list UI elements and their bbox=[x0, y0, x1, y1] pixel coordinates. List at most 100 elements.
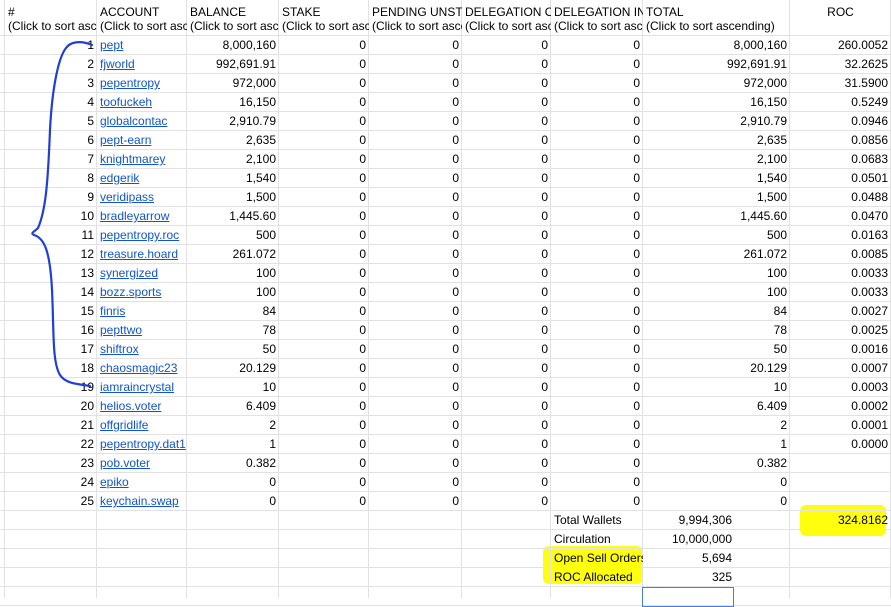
cell-delegation-out: 0 bbox=[541, 361, 548, 375]
cell-stake: 0 bbox=[359, 190, 366, 204]
account-link[interactable]: treasure.hoard bbox=[97, 245, 187, 264]
cell-delegation-in: 0 bbox=[633, 190, 640, 204]
cell-roc: 0.0033 bbox=[851, 285, 888, 299]
cell-total: 500 bbox=[766, 228, 787, 242]
cell-total: 1,500 bbox=[756, 190, 787, 204]
cell-delegation-out: 0 bbox=[541, 171, 548, 185]
account-link[interactable]: globalcontac bbox=[97, 112, 187, 131]
account-link[interactable]: pepentropy.roc bbox=[97, 226, 187, 245]
account-link[interactable]: synergized bbox=[97, 264, 187, 283]
cell-balance: 0.382 bbox=[245, 456, 276, 470]
cell-stake: 0 bbox=[359, 209, 366, 223]
cell-roc: 32.2625 bbox=[844, 57, 888, 71]
cell-total: 2 bbox=[780, 418, 787, 432]
cell-stake: 0 bbox=[359, 361, 366, 375]
account-link[interactable]: keychain.swap bbox=[97, 492, 187, 511]
account-link[interactable]: epiko bbox=[97, 473, 187, 492]
cell-total: 50 bbox=[773, 342, 787, 356]
column-header-account[interactable]: ACCOUNT(Click to sort ascending) bbox=[97, 5, 187, 35]
account-link[interactable]: fjworld bbox=[97, 55, 187, 74]
account-link[interactable]: offgridlife bbox=[97, 416, 187, 435]
cell-rank: 7 bbox=[87, 152, 94, 166]
account-link[interactable]: pob.voter bbox=[97, 454, 187, 473]
cell-delegation-out: 0 bbox=[541, 437, 548, 451]
cell-pending-unstake: 0 bbox=[452, 38, 459, 52]
cell-total: 100 bbox=[766, 285, 787, 299]
account-link[interactable]: knightmarey bbox=[97, 150, 187, 169]
account-link[interactable]: shiftrox bbox=[97, 340, 187, 359]
cell-roc: 0.0470 bbox=[851, 209, 888, 223]
cell-rank: 3 bbox=[87, 76, 94, 90]
account-link[interactable]: finris bbox=[97, 302, 187, 321]
cell-delegation-in: 0 bbox=[633, 285, 640, 299]
cell-balance: 1,540 bbox=[245, 171, 276, 185]
cell-total: 1,445.60 bbox=[740, 209, 787, 223]
column-header-stake[interactable]: STAKE(Click to sort ascending) bbox=[279, 5, 369, 35]
account-link[interactable]: pepentropy bbox=[97, 74, 187, 93]
selected-cell[interactable] bbox=[642, 587, 734, 607]
account-link[interactable]: bradleyarrow bbox=[97, 207, 187, 226]
cell-pending-unstake: 0 bbox=[452, 228, 459, 242]
account-link[interactable]: toofuckeh bbox=[97, 93, 187, 112]
cell-total: 100 bbox=[766, 266, 787, 280]
cell-roc bbox=[790, 473, 891, 492]
cell-delegation-out: 0 bbox=[541, 57, 548, 71]
cell-delegation-out: 0 bbox=[541, 323, 548, 337]
cell-delegation-out: 0 bbox=[541, 266, 548, 280]
sort-hint[interactable]: (Click to sort ascending) bbox=[282, 19, 369, 33]
cell-pending-unstake: 0 bbox=[452, 171, 459, 185]
cell-pending-unstake: 0 bbox=[452, 95, 459, 109]
cell-delegation-out: 0 bbox=[541, 342, 548, 356]
cell-roc: 0.0033 bbox=[851, 266, 888, 280]
cell-delegation-in: 0 bbox=[633, 114, 640, 128]
account-link[interactable]: pepttwo bbox=[97, 321, 187, 340]
sort-hint[interactable]: (Click to sort ascending) bbox=[100, 19, 187, 33]
account-link[interactable]: pept-earn bbox=[97, 131, 187, 150]
cell-balance: 10 bbox=[262, 380, 276, 394]
account-link[interactable]: bozz.sports bbox=[97, 283, 187, 302]
cell-stake: 0 bbox=[359, 494, 366, 508]
account-link[interactable]: helios.voter bbox=[97, 397, 187, 416]
account-link[interactable]: pepentropy.dat1 bbox=[97, 435, 187, 454]
sort-hint[interactable]: (Click to sort ascending) bbox=[646, 19, 787, 33]
grid-row-line bbox=[0, 548, 891, 549]
sort-hint[interactable]: (Click to sort ascending) bbox=[372, 19, 462, 33]
cell-total: 84 bbox=[773, 304, 787, 318]
column-header-roc[interactable]: ROC bbox=[790, 5, 891, 35]
sort-hint[interactable]: (Click to sort ascending) bbox=[554, 19, 643, 33]
sort-hint[interactable]: (Click to sort ascending) bbox=[465, 19, 551, 33]
cell-pending-unstake: 0 bbox=[452, 475, 459, 489]
account-link[interactable]: edgerik bbox=[97, 169, 187, 188]
column-header-title: ACCOUNT bbox=[100, 5, 160, 19]
cell-balance: 992,691.91 bbox=[215, 57, 276, 71]
cell-rank: 21 bbox=[80, 418, 94, 432]
column-header-delegation-out[interactable]: DELEGATION OUT(Click to sort ascending) bbox=[462, 5, 551, 35]
cell-total: 78 bbox=[773, 323, 787, 337]
account-link[interactable]: iamraincrystal bbox=[97, 378, 187, 397]
sort-hint[interactable]: (Click to sort ascending) bbox=[190, 19, 279, 33]
account-link[interactable]: chaosmagic23 bbox=[97, 359, 187, 378]
column-header-delegation-in[interactable]: DELEGATION IN(Click to sort ascending) bbox=[551, 5, 643, 35]
cell-stake: 0 bbox=[359, 266, 366, 280]
cell-rank: 16 bbox=[80, 323, 94, 337]
sort-hint[interactable]: (Click to sort ascending) bbox=[8, 19, 97, 33]
summary-label: Total Wallets bbox=[554, 513, 622, 527]
column-header-title: PENDING UNSTAKE bbox=[372, 5, 462, 19]
cell-balance: 972,000 bbox=[232, 76, 276, 90]
column-header-total[interactable]: TOTAL (Click to sort ascending) bbox=[643, 5, 790, 35]
column-header-rank[interactable]: #(Click to sort ascending) bbox=[5, 5, 97, 35]
column-header-pending-unstake[interactable]: PENDING UNSTAKE(Click to sort ascending) bbox=[369, 5, 462, 35]
cell-balance: 261.072 bbox=[232, 247, 276, 261]
cell-delegation-out: 0 bbox=[541, 494, 548, 508]
cell-pending-unstake: 0 bbox=[452, 399, 459, 413]
cell-delegation-out: 0 bbox=[541, 247, 548, 261]
cell-stake: 0 bbox=[359, 76, 366, 90]
cell-delegation-in: 0 bbox=[633, 171, 640, 185]
column-header-balance[interactable]: BALANCE(Click to sort ascending) bbox=[187, 5, 279, 35]
cell-pending-unstake: 0 bbox=[452, 285, 459, 299]
summary-value: 10,000,000 bbox=[671, 532, 732, 546]
account-link[interactable]: veridipass bbox=[97, 188, 187, 207]
account-link[interactable]: pept bbox=[97, 36, 187, 55]
summary-label: ROC Allocated bbox=[554, 570, 633, 584]
cell-rank: 12 bbox=[80, 247, 94, 261]
